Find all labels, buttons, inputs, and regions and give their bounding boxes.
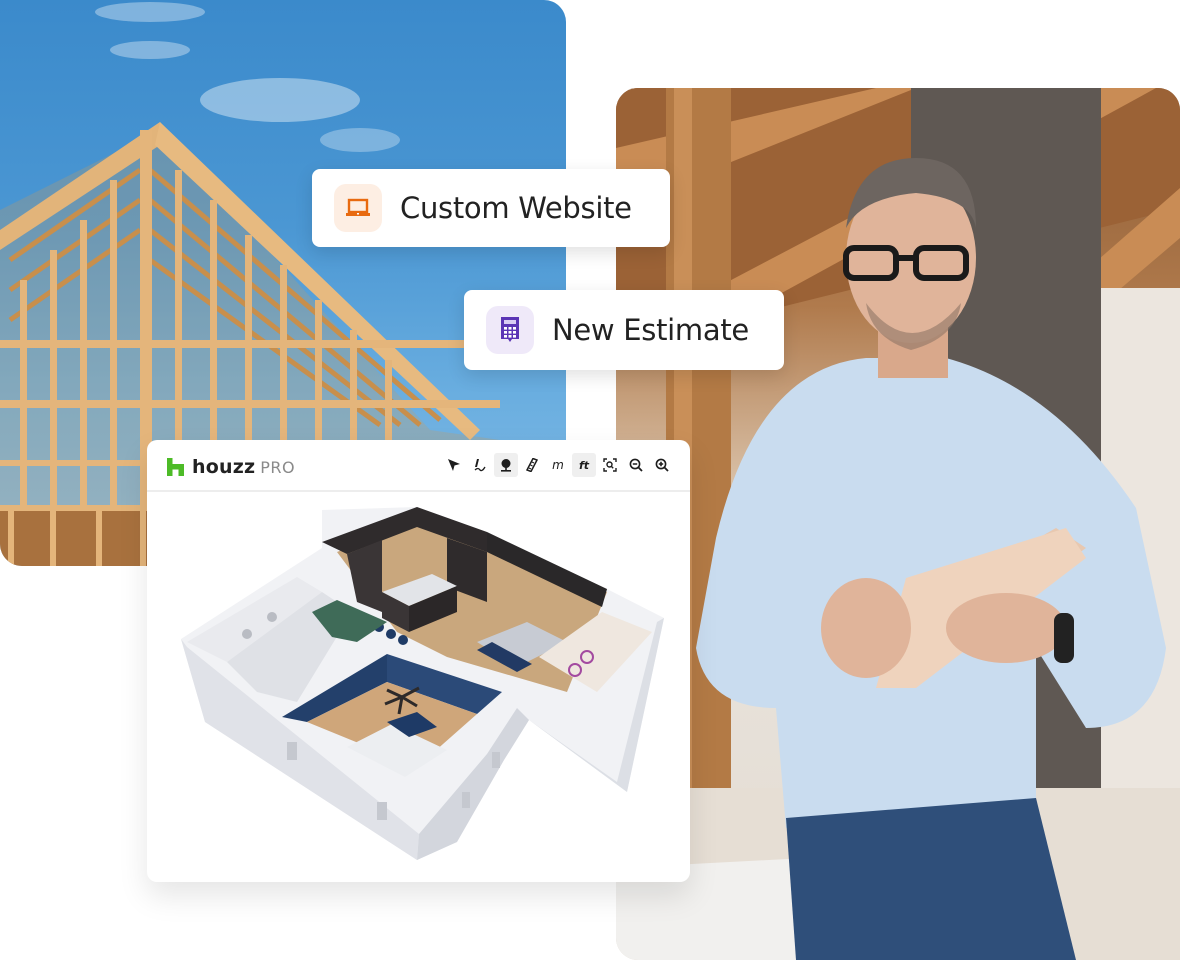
houzz-pro-app-window: houzz PRO m ft [147,440,690,882]
floorplan-3d-canvas[interactable] [147,492,690,882]
pen-draw-icon [474,459,486,472]
zoom-out-button[interactable] [624,453,648,477]
ruler-icon [526,458,538,472]
custom-website-label: Custom Website [400,191,632,225]
measure-tool-button[interactable] [520,453,544,477]
draw-tool-button[interactable] [468,453,492,477]
unit-meters-label: m [552,458,564,472]
select-tool-button[interactable] [442,453,466,477]
zoom-in-button[interactable] [650,453,674,477]
zoom-out-icon [629,458,643,472]
unit-feet-label: ft [578,458,590,472]
laptop-icon [334,184,382,232]
brand-name: houzz [192,456,256,478]
unit-meters-button[interactable]: m [546,453,570,477]
floorplan-toolbar: m ft [442,453,674,477]
calculator-icon [486,306,534,354]
zoom-in-icon [655,458,669,472]
landscape-tool-button[interactable] [494,453,518,477]
floorplan-3d-render [181,507,664,860]
cursor-arrow-icon [448,459,460,471]
new-estimate-badge[interactable]: New Estimate [464,290,784,370]
zoom-fit-icon [603,458,617,472]
custom-website-badge[interactable]: Custom Website [312,169,670,247]
unit-feet-button[interactable]: ft [572,453,596,477]
app-header: houzz PRO m ft [147,440,690,492]
new-estimate-label: New Estimate [552,313,749,347]
houzz-logo-icon [167,458,184,476]
tree-icon [501,459,511,472]
contractor-photo [616,88,1180,960]
houzz-pro-logo[interactable]: houzz PRO [167,454,296,478]
brand-suffix: PRO [260,458,296,477]
zoom-fit-button[interactable] [598,453,622,477]
